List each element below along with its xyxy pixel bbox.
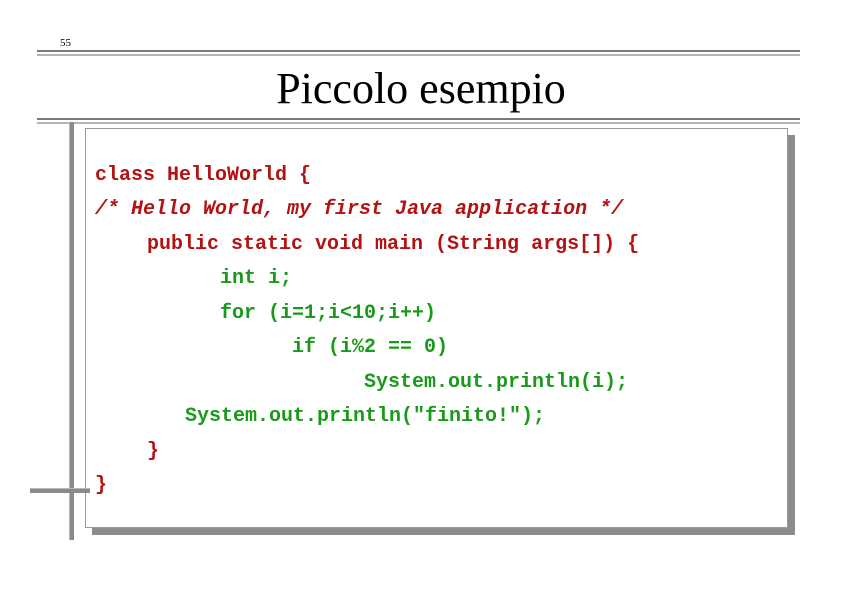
- code-line-class-close-brace: }: [95, 474, 108, 497]
- code-line-comment: /* Hello World, my first Java applicatio…: [95, 198, 624, 221]
- title-rule: [37, 118, 800, 124]
- code-line-for-loop: for (i=1;i<10;i++): [220, 302, 437, 325]
- code-line-class-declaration: class HelloWorld {: [95, 164, 312, 187]
- page-title: Piccolo esempio: [276, 64, 566, 113]
- code-box: [85, 128, 788, 528]
- page-number: 55: [60, 37, 71, 49]
- vertical-decoration-bar: [69, 122, 74, 540]
- code-line-main-signature: public static void main (String args[]) …: [147, 233, 640, 256]
- code-line-int-declaration: int i;: [220, 267, 293, 290]
- code-line-main-close-brace: }: [147, 440, 160, 463]
- top-rule: [37, 50, 800, 56]
- code-line-println-finito: System.out.println("finito!");: [185, 405, 546, 428]
- horizontal-decoration-bar: [30, 488, 90, 493]
- code-line-println-i: System.out.println(i);: [364, 371, 629, 394]
- code-line-if-statement: if (i%2 == 0): [292, 336, 449, 359]
